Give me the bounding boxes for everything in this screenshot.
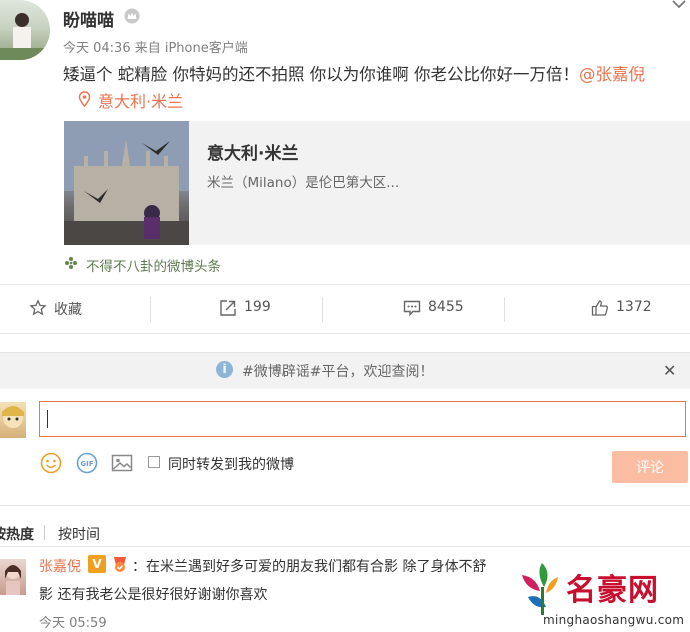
info-icon: i <box>216 361 233 378</box>
crown-icon <box>124 8 140 24</box>
location-pin-icon <box>78 91 91 107</box>
sort-by-time-tab[interactable]: 按时间 <box>58 524 100 544</box>
comment-input[interactable] <box>39 401 686 437</box>
post-meta: 今天 04:36 来自 iPhone客户端 <box>63 41 248 56</box>
chevron-down-icon[interactable] <box>670 0 688 10</box>
image-icon[interactable] <box>111 452 133 474</box>
comment-text-line1: ：在米兰遇到好多可爱的朋友我们都有合影 除了身体不舒 <box>132 559 487 575</box>
post-body: 矮逼个 蛇精脸 你特妈的还不拍照 你以为你谁啊 你老公比你好一万倍！ <box>63 65 579 84</box>
commenter-avatar[interactable] <box>0 559 26 595</box>
card-title[interactable]: 意大利·米兰 <box>207 139 298 164</box>
tab-separator <box>44 525 45 540</box>
divider <box>504 297 505 322</box>
divider <box>0 546 690 547</box>
comment-timestamp: 今天 05:59 <box>39 616 107 631</box>
comment-icon[interactable] <box>403 299 421 317</box>
sort-by-hot-tab[interactable]: 按热度 <box>0 524 34 544</box>
commenter-username[interactable]: 张嘉倪 <box>39 556 81 576</box>
divider <box>0 505 690 506</box>
gif-icon[interactable]: GIF <box>76 452 98 474</box>
close-icon[interactable]: ✕ <box>663 361 676 380</box>
notice-link[interactable]: #微博辟谣#平台，欢迎查阅！ <box>242 361 433 381</box>
star-icon[interactable] <box>29 299 47 317</box>
emoji-icon[interactable] <box>40 452 62 474</box>
poster-username[interactable]: 盼喵喵 <box>63 6 114 31</box>
repost-checkbox[interactable] <box>148 456 160 468</box>
watermark-logo <box>522 563 558 615</box>
thumbs-up-icon[interactable] <box>591 299 609 317</box>
repost-count[interactable]: 199 <box>244 299 271 315</box>
verified-badge: V <box>88 555 106 573</box>
location-card-image[interactable] <box>64 121 189 245</box>
svg-text:GIF: GIF <box>80 460 93 468</box>
sparkle-icon <box>65 257 77 269</box>
watermark-text: 名豪网 <box>566 573 659 608</box>
divider <box>0 333 690 334</box>
my-avatar[interactable] <box>0 402 26 438</box>
mention-link[interactable]: @张嘉倪 <box>579 65 645 84</box>
text-caret <box>47 410 48 428</box>
comment-text-line2: 影 还有我老公是很好很好谢谢你喜欢 <box>39 587 268 603</box>
comment-count[interactable]: 8455 <box>428 299 464 315</box>
poster-avatar[interactable] <box>0 0 50 60</box>
card-description: 米兰（Milano）是伦巴第大区... <box>207 175 400 191</box>
source-link[interactable]: 不得不八卦的微博头条 <box>86 255 221 275</box>
repost-checkbox-label[interactable]: 同时转发到我的微博 <box>168 454 294 474</box>
favorite-button[interactable]: 收藏 <box>54 299 82 319</box>
repost-icon[interactable] <box>219 299 237 317</box>
post-text: 矮逼个 蛇精脸 你特妈的还不拍照 你以为你谁啊 你老公比你好一万倍！@张嘉倪 <box>63 61 690 85</box>
divider <box>0 284 690 285</box>
submit-comment-button[interactable]: 评论 <box>612 451 688 483</box>
medal-icon <box>114 557 126 572</box>
like-count[interactable]: 1372 <box>616 299 652 315</box>
watermark-url: minghaoshangwu.com <box>543 613 685 627</box>
divider <box>150 297 151 322</box>
location-link[interactable]: 意大利·米兰 <box>98 88 183 112</box>
divider <box>322 297 323 322</box>
